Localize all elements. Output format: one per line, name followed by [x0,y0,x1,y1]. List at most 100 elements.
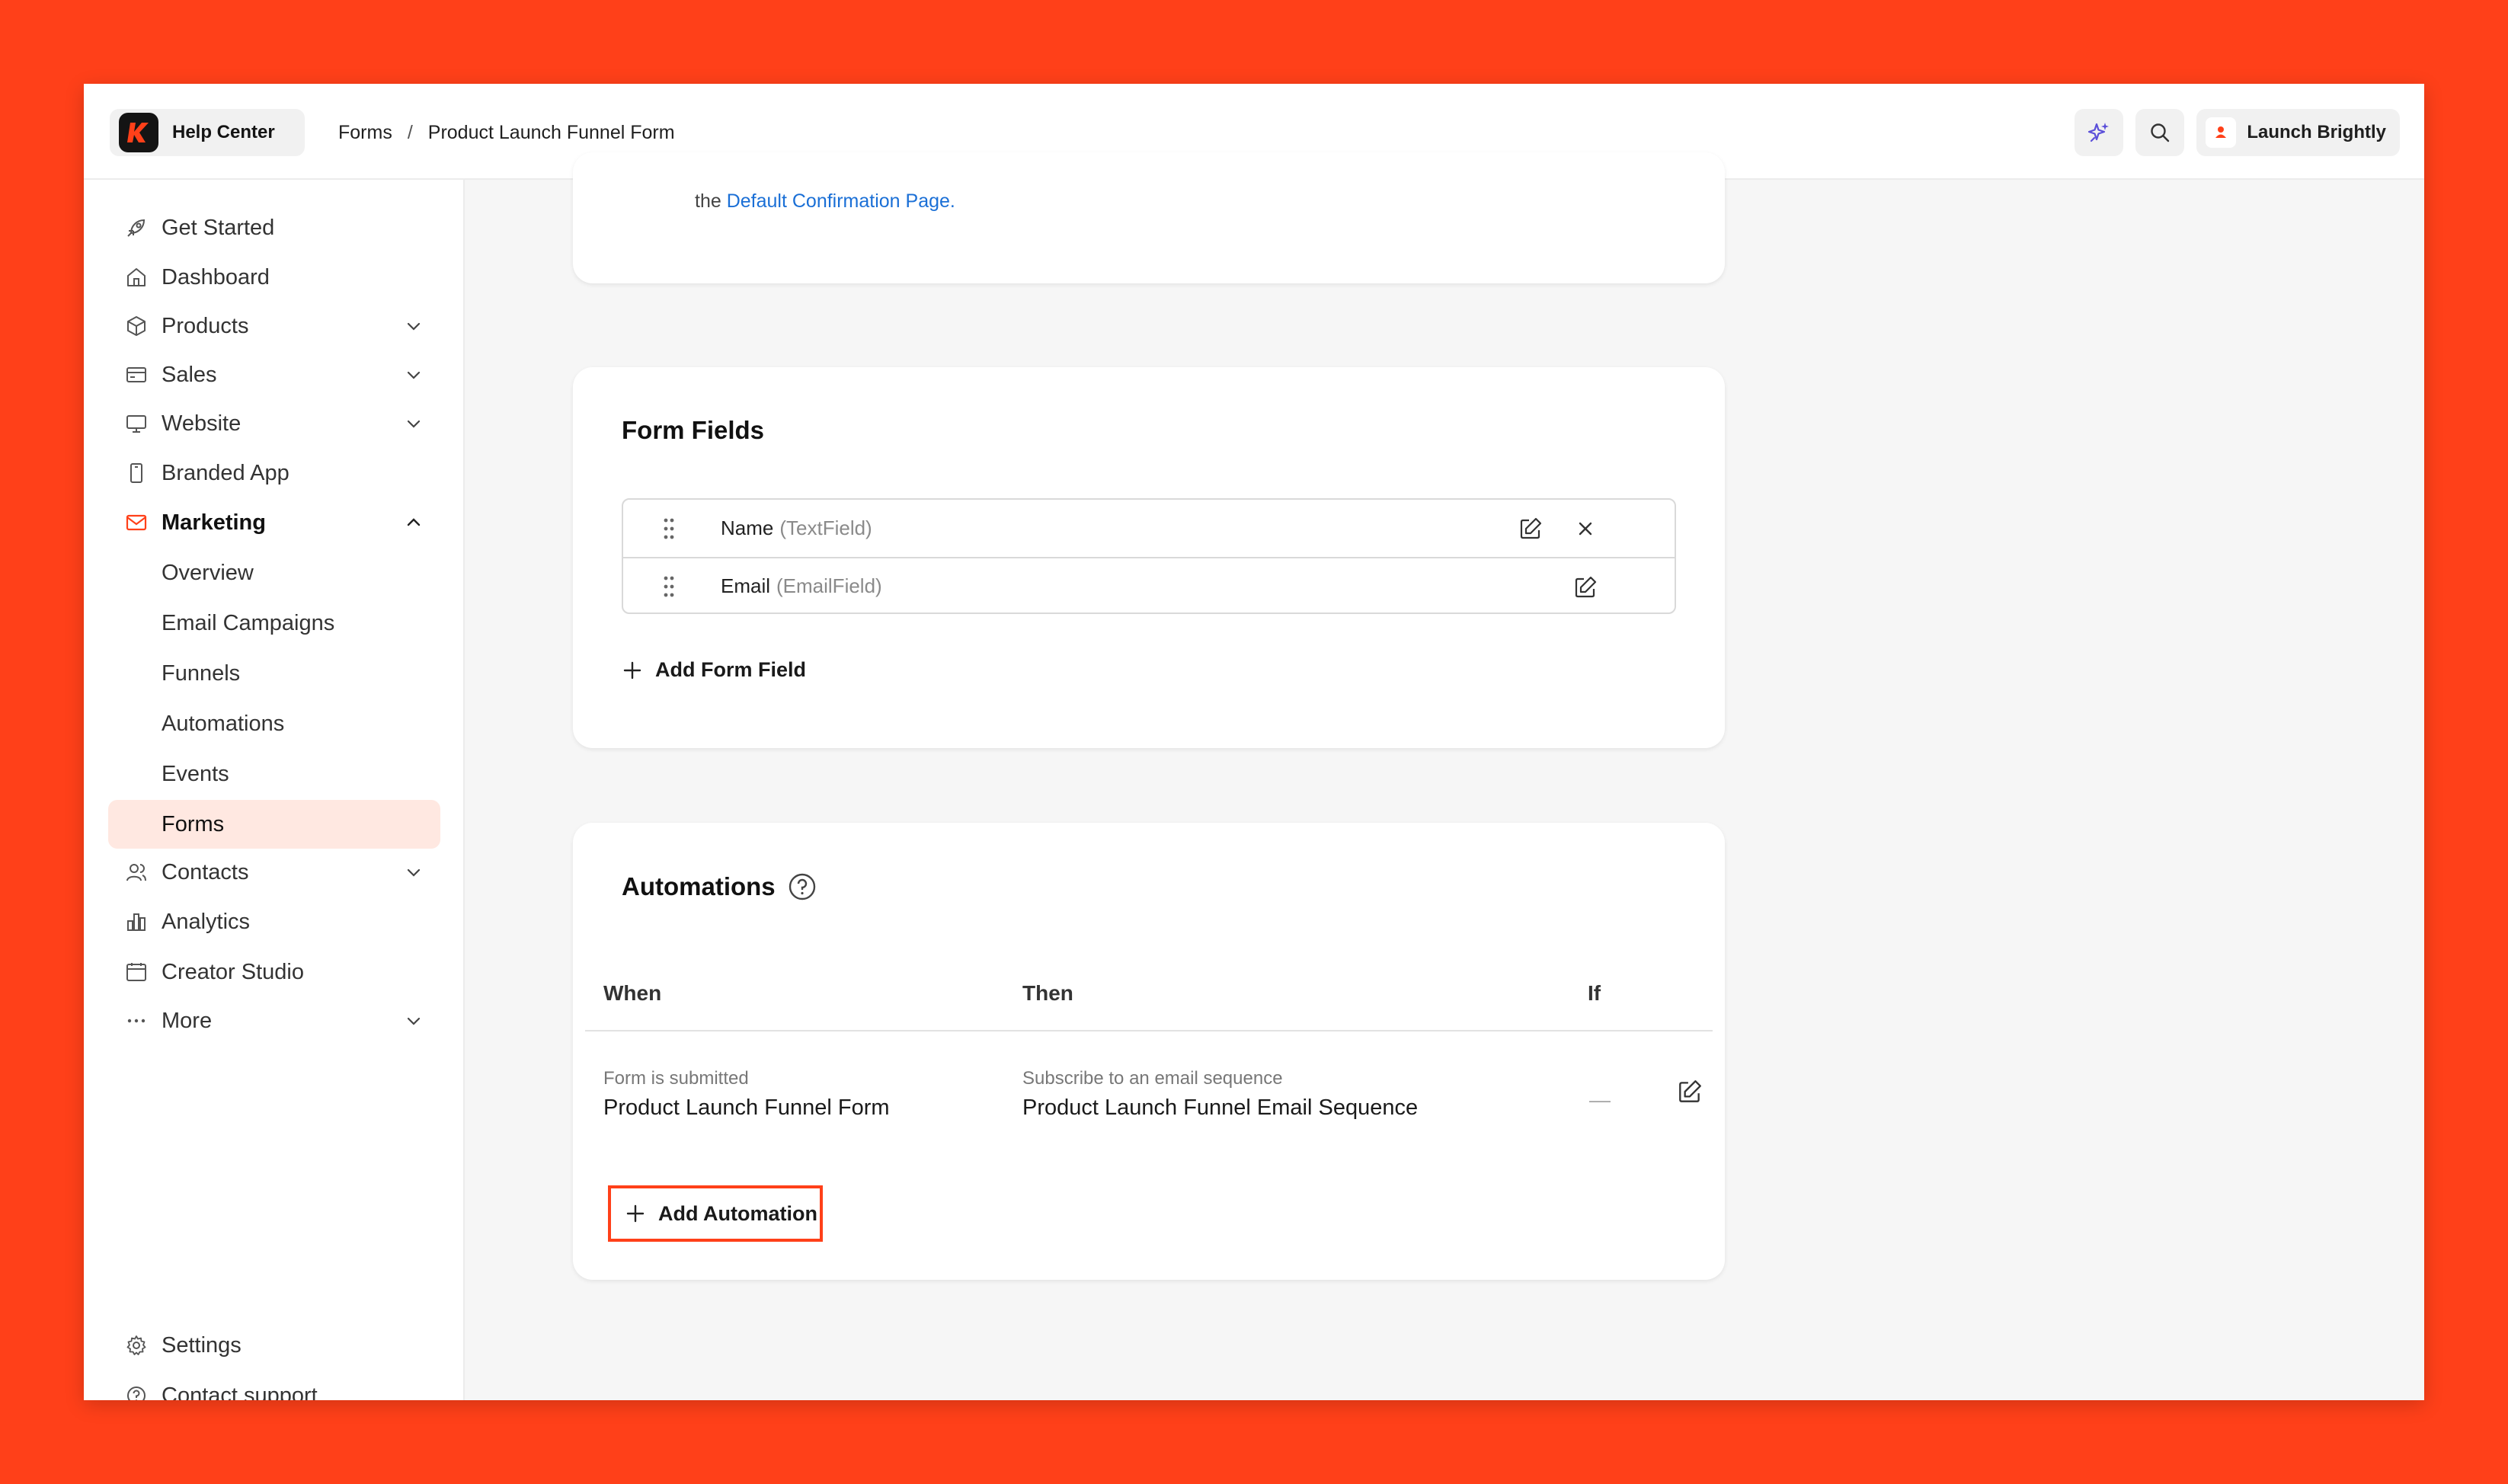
chart-icon [127,913,146,931]
help-center-label: Help Center [172,122,275,142]
sidebar-item-label: Website [162,411,242,436]
sidebar-item-dashboard[interactable]: Dashboard [108,253,440,302]
sidebar-item-label: Contact support [162,1383,318,1401]
sidebar-item-label: Overview [162,560,254,585]
plus-icon [626,1204,645,1223]
chevron-down-icon [407,868,421,877]
sparkle-icon [2088,123,2110,142]
sidebar-item-events[interactable]: Events [108,750,440,798]
sidebar-item-automations[interactable]: Automations [108,699,440,748]
sidebar-item-email-campaigns[interactable]: Email Campaigns [108,599,440,648]
sidebar-item-label: Get Started [162,215,275,240]
when-trigger-value: Product Launch Funnel Form [603,1095,890,1120]
mail-icon [126,514,147,531]
account-name: Launch Brightly [2247,122,2386,142]
default-confirmation-page-link[interactable]: Default Confirmation Page [727,190,950,212]
monitor-icon [126,415,146,433]
sidebar-item-settings[interactable]: Settings [108,1321,440,1370]
sidebar-item-sales[interactable]: Sales [108,350,440,399]
automation-if-cell: — [1589,1088,1611,1111]
sidebar: Get Started Dashboard Products Sales Web… [84,180,465,1400]
column-header-then: Then [1022,981,1073,1005]
field-type: (TextField) [779,517,872,539]
confirmation-prefix: the [695,190,727,212]
breadcrumb-forms[interactable]: Forms [338,122,392,144]
calendar-icon [126,963,146,981]
ai-assistant-button[interactable] [2075,109,2124,156]
automations-card: Automations When Then If Form is submitt… [573,823,1725,1280]
help-center-button[interactable]: Help Center [110,109,305,156]
sidebar-item-contacts[interactable]: Contacts [108,848,440,897]
sidebar-item-label: Branded App [162,460,290,485]
help-circle-icon[interactable] [788,872,817,901]
gear-icon [126,1335,146,1355]
sidebar-item-label: Events [162,761,229,786]
home-icon [127,268,146,286]
sidebar-item-forms[interactable]: Forms [108,800,440,849]
help-circle-icon [127,1386,146,1400]
automations-title-text: Automations [622,872,776,900]
sidebar-item-label: Contacts [162,859,249,884]
chevron-down-icon [407,371,421,379]
sidebar-item-label: Automations [162,711,285,736]
drag-handle-icon[interactable] [663,575,675,598]
chevron-up-icon [407,518,421,526]
chevron-down-icon [407,1017,421,1025]
field-name-label: Email (EmailField) [721,574,882,598]
account-menu[interactable]: Launch Brightly [2196,109,2400,156]
chevron-down-icon [407,420,421,428]
edit-automation-icon[interactable] [1676,1078,1703,1105]
close-icon[interactable] [1574,517,1597,540]
add-form-field-label: Add Form Field [655,658,806,681]
breadcrumb: Forms / Product Launch Funnel Form [338,116,675,149]
column-header-when: When [603,981,662,1005]
add-automation-button[interactable]: Add Automation [608,1185,823,1242]
avatar [2206,117,2237,148]
table-divider [585,1030,1713,1031]
field-name: Name [721,517,774,539]
top-right-controls: Launch Brightly [2075,109,2400,156]
field-name-label: Name (TextField) [721,517,872,540]
sidebar-item-label: Forms [162,811,225,836]
sidebar-item-branded-app[interactable]: Branded App [108,449,440,497]
sidebar-item-label: Products [162,313,249,338]
search-button[interactable] [2135,109,2185,156]
logo-icon [119,113,158,152]
then-action-value: Product Launch Funnel Email Sequence [1022,1095,1419,1120]
edit-icon[interactable] [1572,574,1598,600]
sidebar-item-contact-support[interactable]: Contact support [108,1371,440,1400]
edit-icon[interactable] [1518,516,1544,542]
sidebar-item-get-started[interactable]: Get Started [108,203,440,252]
field-type: (EmailField) [776,574,882,597]
sidebar-item-creator-studio[interactable]: Creator Studio [108,948,440,996]
breadcrumb-current: Product Launch Funnel Form [427,121,675,143]
sidebar-item-label: Settings [162,1332,242,1358]
sidebar-item-overview[interactable]: Overview [108,549,440,597]
form-fields-title: Form Fields [622,416,765,444]
phone-icon [130,463,142,483]
sidebar-item-marketing[interactable]: Marketing [108,498,440,547]
sidebar-item-products[interactable]: Products [108,302,440,350]
drag-handle-icon[interactable] [663,517,675,540]
credit-card-icon [126,367,146,382]
form-fields-card: Form Fields Name (TextField) Email (EmailF… [573,367,1725,748]
plus-icon [623,661,641,679]
sidebar-item-funnels[interactable]: Funnels [108,649,440,698]
user-icon [2215,126,2227,138]
rocket-icon [127,219,146,237]
sidebar-item-label: Analytics [162,909,251,934]
sidebar-item-label: More [162,1008,213,1033]
sidebar-item-label: Creator Studio [162,959,304,984]
form-field-row[interactable]: Name (TextField) [623,500,1675,557]
confirmation-text: the Default Confirmation Page. [695,190,955,213]
sidebar-item-analytics[interactable]: Analytics [108,897,440,946]
add-form-field-button[interactable]: Add Form Field [622,658,806,682]
sidebar-item-label: Marketing [162,510,266,535]
when-trigger-label: Form is submitted [603,1068,749,1089]
sidebar-item-more[interactable]: More [108,996,440,1045]
form-field-row[interactable]: Email (EmailField) [623,557,1675,614]
form-fields-list: Name (TextField) Email (EmailField) [622,498,1676,614]
search-icon [2151,123,2170,142]
then-action-label: Subscribe to an email sequence [1022,1068,1283,1089]
sidebar-item-website[interactable]: Website [108,399,440,448]
